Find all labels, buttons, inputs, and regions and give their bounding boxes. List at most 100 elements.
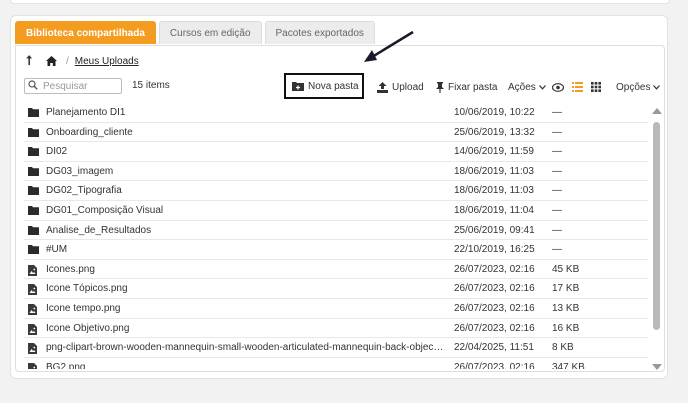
row-date: 18/06/2019, 11:03 <box>454 185 534 197</box>
table-row[interactable]: DG02_Tipografia 18/06/2019, 11:03 — <box>24 181 648 201</box>
folder-icon <box>28 245 39 257</box>
row-name[interactable]: Analise_de_Resultados <box>46 225 446 236</box>
breadcrumb-separator: / <box>66 55 69 67</box>
row-size: — <box>552 126 562 138</box>
row-name[interactable]: DG01_Composição Visual <box>46 205 446 216</box>
row-date: 22/10/2019, 16:25 <box>454 244 535 256</box>
actions-dropdown[interactable]: Ações <box>508 78 546 96</box>
options-label: Opções <box>616 81 651 93</box>
image-file-icon <box>28 264 37 279</box>
table-row[interactable]: DG03_imagem 18/06/2019, 11:03 — <box>24 162 648 182</box>
table-row[interactable]: Icone Objetivo.png 26/07/2023, 02:16 16 KB <box>24 319 648 339</box>
scroll-down-icon[interactable] <box>652 364 662 370</box>
table-row[interactable]: Planejamento DI1 10/06/2019, 10:22 — <box>24 103 648 123</box>
row-size: — <box>552 224 562 236</box>
file-list: Planejamento DI1 10/06/2019, 10:22— Onboar… <box>24 103 648 369</box>
table-row[interactable]: Icone tempo.png 26/07/2023, 02:16 13 KB <box>24 299 648 319</box>
folder-icon <box>28 127 39 140</box>
row-size: — <box>552 146 562 158</box>
tab-courses-editing[interactable]: Cursos em edição <box>158 21 262 44</box>
folder-icon <box>28 225 39 238</box>
row-name[interactable]: #UM <box>46 244 446 255</box>
search-icon <box>28 79 38 93</box>
row-name[interactable]: Planejamento DI1 <box>46 107 446 118</box>
upload-button[interactable]: Upload <box>377 78 424 96</box>
row-name[interactable]: Icone Objetivo.png <box>46 323 446 334</box>
row-size: 16 KB <box>552 322 580 334</box>
row-date: 22/04/2025, 11:51 <box>454 342 534 354</box>
image-file-icon <box>28 323 37 338</box>
breadcrumb-current[interactable]: Meus Uploads <box>75 56 139 67</box>
table-row[interactable]: DG01_Composição Visual 18/06/2019, 11:04 — <box>24 201 648 221</box>
folder-icon <box>28 186 39 198</box>
tab-exported-packages[interactable]: Pacotes exportados <box>264 21 375 44</box>
image-file-icon <box>28 284 37 298</box>
new-folder-label: Nova pasta <box>308 80 359 92</box>
table-row[interactable]: Icone Tópicos.png 26/07/2023, 02:16 17 KB <box>24 279 648 299</box>
table-row[interactable]: png-clipart-brown-wooden-mannequin-small… <box>24 338 648 358</box>
row-date: 14/06/2019, 11:59 <box>454 146 534 158</box>
toolbar: 15 items Nova pasta Upload Fixar pasta <box>24 73 661 99</box>
table-row[interactable]: DI02 14/06/2019, 11:59 — <box>24 142 648 162</box>
scrollbar-thumb[interactable] <box>653 122 660 330</box>
search-input[interactable] <box>41 79 119 93</box>
row-name[interactable]: DI02 <box>46 146 446 157</box>
row-name[interactable]: Onboarding_cliente <box>46 127 446 138</box>
folder-icon <box>28 147 39 159</box>
row-name[interactable]: Icone tempo.png <box>46 303 446 314</box>
view-options <box>552 78 609 96</box>
folder-icon <box>28 205 39 218</box>
row-date: 26/07/2023, 02:16 <box>454 263 535 275</box>
scroll-up-icon[interactable] <box>652 108 662 114</box>
tab-bar: Biblioteca compartilhada Cursos em ediçã… <box>15 21 378 45</box>
row-date: 10/06/2019, 10:22 <box>454 107 535 118</box>
table-row[interactable]: Icones.png 26/07/2023, 02:16 45 KB <box>24 260 648 280</box>
row-name[interactable]: DG03_imagem <box>46 166 446 177</box>
scrollbar[interactable] <box>652 108 662 370</box>
search-box <box>24 78 122 94</box>
tab-shared-library[interactable]: Biblioteca compartilhada <box>15 21 156 44</box>
options-dropdown[interactable]: Opções <box>616 78 661 96</box>
top-card <box>10 0 670 4</box>
new-folder-button[interactable]: Nova pasta <box>284 73 364 99</box>
table-row[interactable]: Analise_de_Resultados 25/06/2019, 09:41 — <box>24 221 648 241</box>
row-name[interactable]: Icones.png <box>46 264 446 275</box>
row-name[interactable]: Icone Tópicos.png <box>46 283 446 294</box>
table-row[interactable]: BG2.png 26/07/2023, 02:16 347 KB <box>24 358 648 369</box>
chevron-down-icon <box>538 82 546 93</box>
row-size: — <box>552 165 562 177</box>
row-name[interactable]: DG02_Tipografia <box>46 185 446 196</box>
row-size: 13 KB <box>552 302 580 314</box>
list-view-icon[interactable] <box>572 82 583 92</box>
row-size: — <box>552 185 562 197</box>
up-arrow-icon[interactable]: ⭡ <box>26 53 40 69</box>
row-size: — <box>552 244 562 256</box>
item-count: 15 items <box>132 80 170 91</box>
row-size: — <box>552 107 562 118</box>
file-panel: ⭡ / Meus Uploads 15 items Nova pasta <box>15 45 665 372</box>
row-name[interactable]: png-clipart-brown-wooden-mannequin-small… <box>46 342 446 353</box>
row-date: 26/07/2023, 02:16 <box>454 302 535 314</box>
row-date: 25/06/2019, 09:41 <box>454 224 535 236</box>
home-icon[interactable] <box>46 56 60 66</box>
row-name[interactable]: BG2.png <box>46 362 446 369</box>
pin-folder-button[interactable]: Fixar pasta <box>436 78 497 96</box>
table-row[interactable]: Onboarding_cliente 25/06/2019, 13:32 — <box>24 123 648 143</box>
row-size: — <box>552 204 562 216</box>
folder-icon <box>28 108 39 120</box>
chevron-down-icon <box>653 82 661 93</box>
row-size: 45 KB <box>552 263 580 275</box>
breadcrumb: ⭡ / Meus Uploads <box>26 53 139 69</box>
image-file-icon <box>28 303 37 318</box>
upload-label: Upload <box>392 81 424 93</box>
pin-folder-label: Fixar pasta <box>448 81 498 93</box>
eye-icon[interactable] <box>552 82 564 92</box>
table-row[interactable]: #UM 22/10/2019, 16:25 — <box>24 240 648 260</box>
folder-plus-icon <box>292 81 304 91</box>
row-size: 347 KB <box>552 361 585 369</box>
grid-view-icon[interactable] <box>591 82 601 92</box>
file-manager-card: Biblioteca compartilhada Cursos em ediçã… <box>10 15 668 379</box>
row-date: 25/06/2019, 13:32 <box>454 126 535 138</box>
row-size: 8 KB <box>552 342 574 354</box>
row-date: 26/07/2023, 02:16 <box>454 361 535 369</box>
